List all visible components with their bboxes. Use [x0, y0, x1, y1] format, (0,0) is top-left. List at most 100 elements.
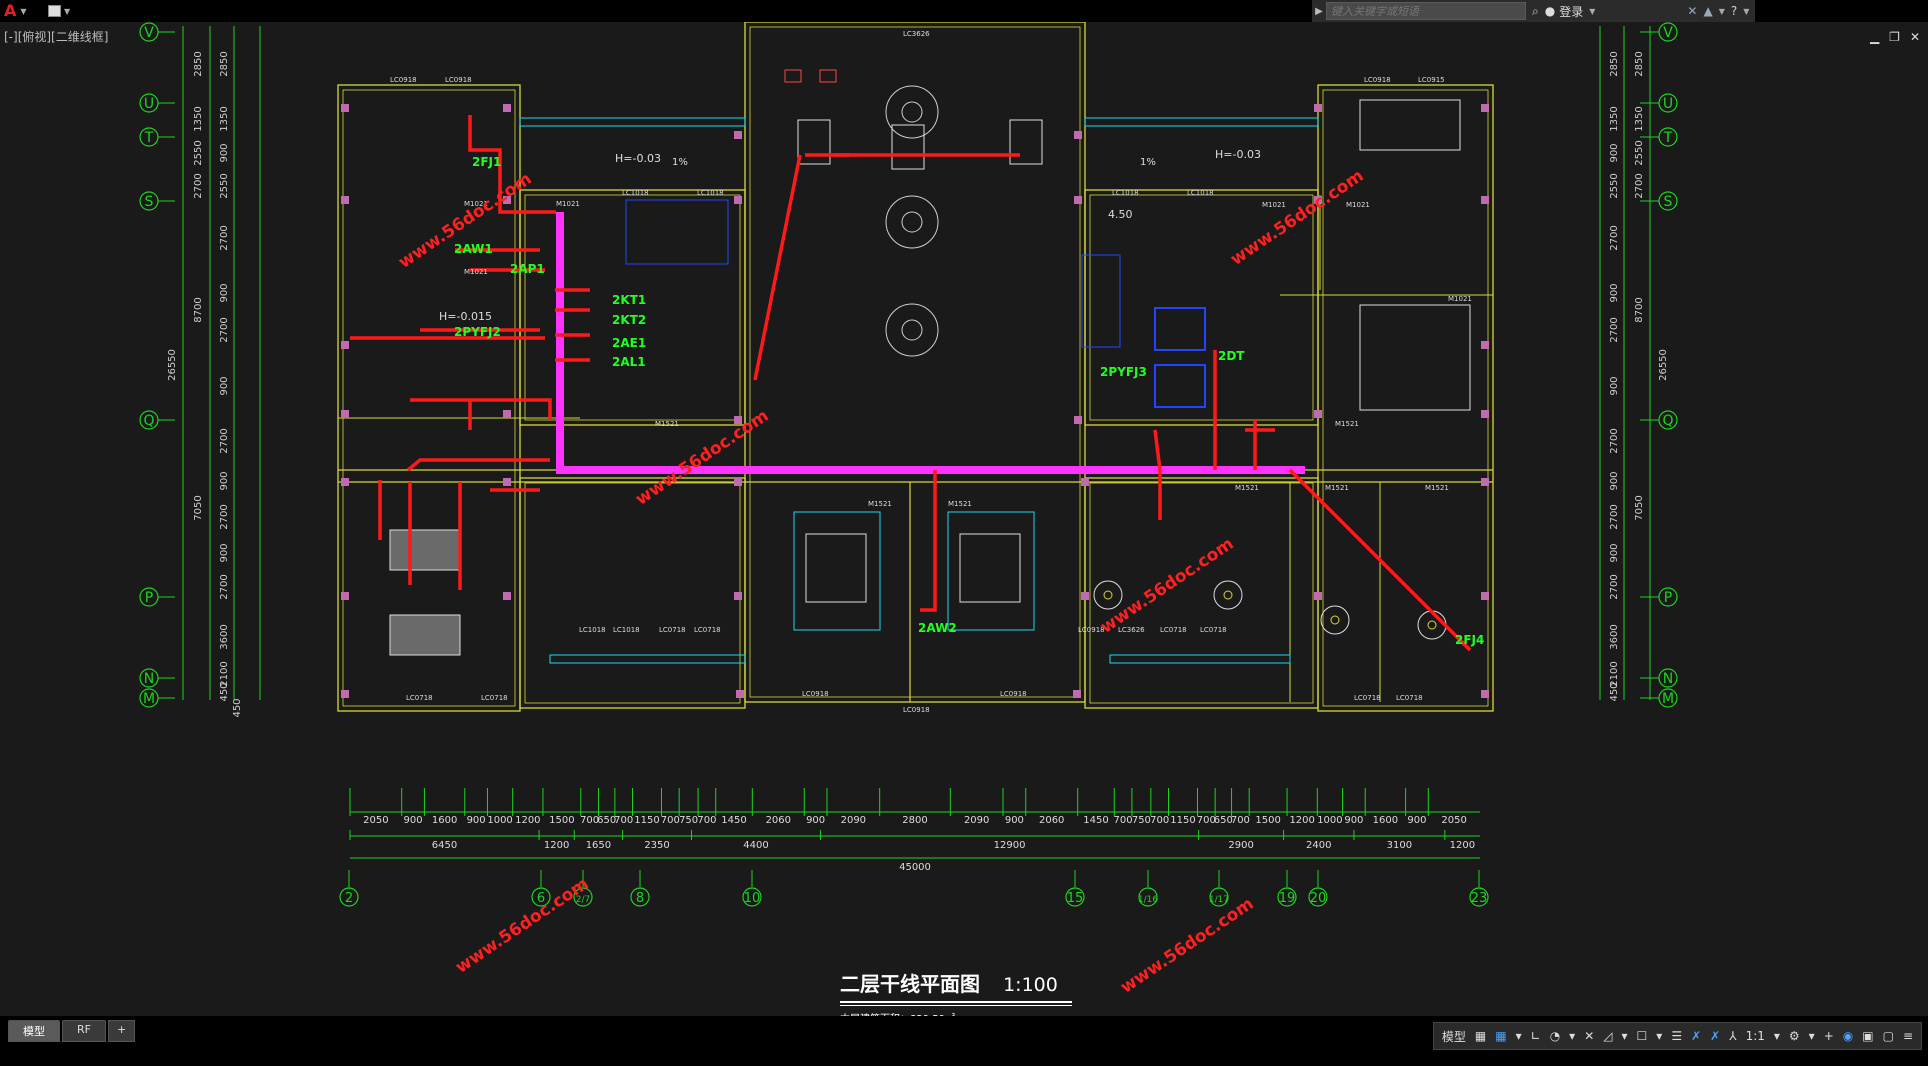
column	[341, 196, 349, 204]
grid-row-label: Q	[143, 413, 154, 429]
lineweight-icon[interactable]: ☰	[1671, 1029, 1682, 1043]
chevron-down-icon[interactable]: ▾	[1516, 1029, 1522, 1043]
dimension-text: 2850	[219, 51, 230, 76]
auto-scale-icon[interactable]: ✗	[1710, 1029, 1720, 1043]
dimension-text: 1200	[544, 840, 569, 851]
quick-access-toolbar: ▼	[48, 2, 84, 20]
dimension-text: 2050	[363, 815, 388, 826]
round-table	[885, 195, 939, 249]
window-strip	[1109, 654, 1291, 664]
tab-rf[interactable]: RF	[62, 1020, 106, 1042]
hardware-acceleration-icon[interactable]: ▣	[1862, 1029, 1873, 1043]
dimension-text: 2700	[1609, 428, 1620, 453]
dimension-text: 750	[679, 815, 698, 826]
dimension-text: 2900	[1228, 840, 1253, 851]
ortho-icon[interactable]: ∟	[1531, 1029, 1541, 1043]
plus-icon[interactable]: +	[1824, 1029, 1834, 1043]
column	[1481, 104, 1489, 112]
dimension-text: 2090	[964, 815, 989, 826]
annotation-scale-value[interactable]: 1:1	[1746, 1029, 1765, 1043]
window-tag: LC0918	[1000, 690, 1027, 698]
dimension-text: 1350	[1609, 106, 1620, 131]
chevron-down-icon[interactable]: ▾	[1809, 1029, 1815, 1043]
exchange-icon[interactable]: ✕	[1687, 4, 1697, 18]
status-toolbar: 模型 ▦ ▦ ▾ ∟ ◔ ▾ ✕ ◿ ▾ ☐ ▾ ☰ ✗ ✗ ⅄ 1:1 ▾ ⚙…	[1432, 1022, 1922, 1050]
door-tag: M1521	[1335, 420, 1359, 428]
dimension-text: 1350	[1634, 106, 1645, 131]
add-layout-button[interactable]: +	[107, 1020, 136, 1042]
door-tag: M1021	[1448, 295, 1472, 303]
dimension-text: 1500	[549, 815, 574, 826]
grid-icon[interactable]: ▦	[1475, 1029, 1486, 1043]
dimension-text: 2550	[1609, 173, 1620, 198]
gear-icon[interactable]: ⚙	[1789, 1029, 1800, 1043]
sofa-set	[959, 533, 1021, 603]
column	[341, 478, 349, 486]
annotation-scale-icon[interactable]: ⅄	[1729, 1029, 1736, 1043]
workspace-icon[interactable]	[48, 5, 61, 17]
dimension-text: 2850	[1634, 51, 1645, 76]
dimension-text: 1350	[193, 106, 204, 131]
login-label: 登录	[1559, 4, 1584, 19]
chevron-down-icon[interactable]: ▼	[1589, 7, 1595, 16]
snap-icon[interactable]: ▦	[1495, 1029, 1506, 1043]
wall-inner	[749, 26, 1081, 698]
grid-row-label: S	[145, 194, 154, 210]
dimension-text: 900	[1609, 543, 1620, 562]
info-center: ▶ ⌕ ●登录 ▼ ✕ ▲ ▼ ? ▼	[1312, 0, 1756, 22]
dimension-text: 900	[219, 376, 230, 395]
grid-row-label: N	[1663, 671, 1673, 687]
window-strip	[1084, 117, 1319, 127]
dimension-text: 2700	[219, 574, 230, 599]
chevron-down-icon[interactable]: ▾	[1622, 1029, 1628, 1043]
dimension-text: 2800	[902, 815, 927, 826]
help-icon[interactable]: ?	[1731, 4, 1737, 18]
window-tag: LC1018	[1112, 189, 1139, 197]
dimension-text: 900	[1005, 815, 1024, 826]
annotation-visibility-icon[interactable]: ✗	[1691, 1029, 1701, 1043]
customization-menu-icon[interactable]: ≡	[1903, 1029, 1913, 1043]
chevron-down-icon[interactable]: ▾	[1656, 1029, 1662, 1043]
window-tag: LC0718	[406, 694, 433, 702]
drawing-canvas[interactable]: VUTSQPNM VUTSQPNM 2850135090025502700900…	[0, 22, 1928, 1022]
dimension-text: 1000	[487, 815, 512, 826]
autodesk-icon[interactable]: ▲	[1703, 4, 1712, 18]
wall-inner	[1089, 482, 1314, 704]
chevron-down-icon[interactable]: ▼	[64, 7, 70, 16]
room-furniture	[389, 69, 1471, 656]
carpet	[793, 511, 881, 631]
osnap-track-icon[interactable]: ☐	[1637, 1029, 1648, 1043]
chevron-down-icon[interactable]: ▼	[1719, 7, 1725, 16]
login-button[interactable]: ● 登录	[1545, 3, 1584, 20]
window-tag: LC0718	[1396, 694, 1423, 702]
drawing-title: 二层干线平面图	[840, 972, 980, 996]
chevron-down-icon[interactable]: ▾	[1569, 1029, 1575, 1043]
isolate-objects-icon[interactable]: ◉	[1843, 1029, 1853, 1043]
search-input[interactable]	[1326, 2, 1526, 20]
window-tag: LC0718	[1200, 626, 1227, 634]
dimension-text: 2850	[1609, 51, 1620, 76]
status-bar: 模型 RF + 模型 ▦ ▦ ▾ ∟ ◔ ▾ ✕ ◿ ▾ ☐ ▾ ☰ ✗ ✗ ⅄…	[0, 1016, 1928, 1066]
expand-arrow-icon[interactable]: ▶	[1312, 0, 1326, 22]
isodraft-icon[interactable]: ✕	[1584, 1029, 1594, 1043]
model-space-button[interactable]: 模型	[1442, 1028, 1466, 1045]
application-menu-button[interactable]: A ▼	[0, 0, 38, 22]
dimension-text: 12900	[994, 840, 1026, 851]
dimension-text: 1350	[219, 106, 230, 131]
polar-icon[interactable]: ◔	[1550, 1029, 1560, 1043]
binoculars-icon[interactable]: ⌕	[1532, 4, 1539, 19]
dimension-text: 1000	[1317, 815, 1342, 826]
chevron-down-icon[interactable]: ▼	[1743, 7, 1749, 16]
dimension-text: 900	[1609, 283, 1620, 302]
column	[1074, 131, 1082, 139]
stair-left	[625, 199, 729, 265]
dimension-text: 2700	[193, 173, 204, 198]
chevron-down-icon[interactable]: ▾	[1774, 1029, 1780, 1043]
chevron-down-icon: ▼	[20, 6, 27, 16]
clean-screen-icon[interactable]: ▢	[1883, 1029, 1894, 1043]
object-snap-icon[interactable]: ◿	[1603, 1029, 1612, 1043]
grid-col-label: 8	[636, 891, 644, 906]
grid-row-label: T	[1663, 130, 1673, 146]
dimension-text: 3600	[1609, 624, 1620, 649]
tab-model[interactable]: 模型	[8, 1020, 60, 1042]
